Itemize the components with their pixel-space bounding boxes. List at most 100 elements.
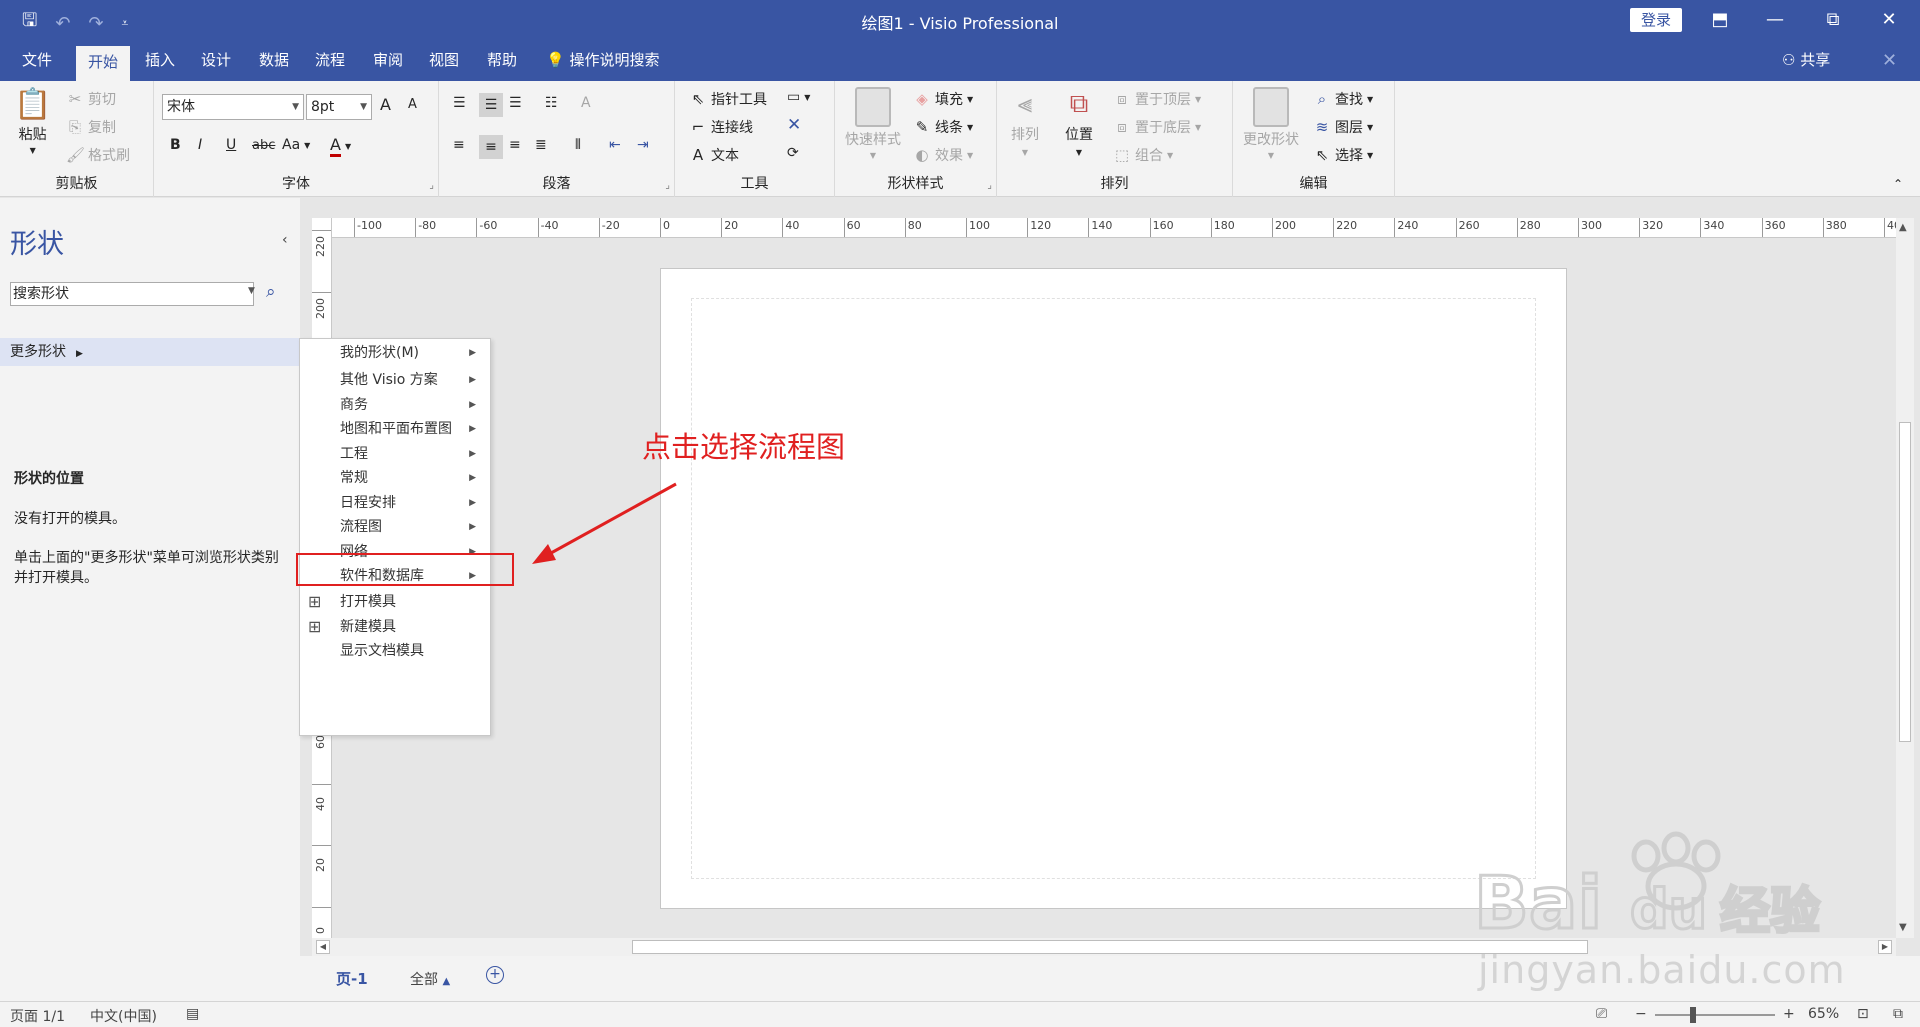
align-left-icon[interactable]: ≡ xyxy=(453,137,465,153)
tab-process[interactable]: 流程 xyxy=(306,40,354,81)
zoom-in-button[interactable]: + xyxy=(1783,1006,1795,1022)
cut-button[interactable]: ✂ 剪切 xyxy=(66,89,116,109)
strikethrough-button[interactable]: abc xyxy=(252,138,275,153)
decrease-indent-icon[interactable]: ⇤ xyxy=(609,137,621,153)
more-shapes-menu[interactable]: 更多形状 ▶ xyxy=(0,338,300,366)
align-top-icon[interactable]: ☰ xyxy=(453,95,466,111)
menu-item[interactable]: 商务 ▶ xyxy=(300,392,490,418)
fill-button[interactable]: ◈ 填充 ▼ xyxy=(913,89,973,109)
tab-insert[interactable]: 插入 xyxy=(136,40,184,81)
change-case-button[interactable]: Aa ▼ xyxy=(282,137,310,153)
shape-styles-dialog-launcher-icon[interactable]: ⌟ xyxy=(987,180,992,191)
drawing-page[interactable] xyxy=(660,268,1567,909)
presentation-mode-icon[interactable]: ⎚ xyxy=(1596,1006,1607,1022)
quick-styles-button[interactable]: 快速样式 ▼ xyxy=(845,87,901,160)
font-name-combo[interactable]: 宋体 ▼ xyxy=(162,94,304,120)
align-bottom-icon[interactable]: ☰ xyxy=(509,95,522,111)
delete-connector-icon[interactable]: ✕ xyxy=(787,115,801,135)
menu-item[interactable]: 常规 ▶ xyxy=(300,465,490,491)
search-icon[interactable]: ⌕ xyxy=(266,282,276,302)
page-tab-1[interactable]: 页-1 xyxy=(336,968,368,989)
rectangle-tool-button[interactable]: ▭ ▼ xyxy=(787,89,810,105)
zoom-out-button[interactable]: − xyxy=(1635,1006,1647,1022)
tab-file[interactable]: 文件 xyxy=(12,40,62,81)
page-count[interactable]: 页面 1/1 xyxy=(10,1006,65,1026)
menu-item[interactable]: 流程图 ▶ xyxy=(300,514,490,540)
layers-button[interactable]: ≋ 图层 ▼ xyxy=(1313,117,1373,137)
format-painter-button[interactable]: 🖌 格式刷 xyxy=(66,145,130,165)
zoom-slider[interactable] xyxy=(1655,1014,1775,1016)
menu-item[interactable]: 显示文档模具 xyxy=(300,638,490,664)
find-button[interactable]: ⌕ 查找 ▼ xyxy=(1313,89,1373,109)
font-color-button[interactable]: A ▼ xyxy=(330,135,351,157)
switch-windows-icon[interactable]: ⧉ xyxy=(1893,1006,1903,1022)
increase-indent-icon[interactable]: ⇥ xyxy=(637,137,649,153)
login-button[interactable]: 登录 xyxy=(1630,8,1682,32)
bold-button[interactable]: B xyxy=(170,137,181,153)
send-to-back-button[interactable]: ⧈ 置于底层 ▼ xyxy=(1113,117,1201,137)
tab-view[interactable]: 视图 xyxy=(420,40,468,81)
close-button[interactable]: ✕ xyxy=(1866,6,1912,34)
grow-font-button[interactable]: A xyxy=(380,95,391,114)
menu-item[interactable]: ⊞ 打开模具 xyxy=(300,589,490,615)
restore-button[interactable]: ⧉ xyxy=(1810,6,1856,34)
shrink-font-button[interactable]: A xyxy=(408,97,417,112)
scroll-left-icon[interactable]: ◀ xyxy=(316,940,330,954)
position-button[interactable]: ⧉ 位置 ▼ xyxy=(1065,89,1093,157)
tab-design[interactable]: 设计 xyxy=(192,40,240,81)
scroll-up-icon[interactable]: ▲ xyxy=(1899,222,1907,233)
tab-help[interactable]: 帮助 xyxy=(478,40,526,81)
menu-item[interactable]: 地图和平面布置图 ▶ xyxy=(300,416,490,442)
bring-to-front-button[interactable]: ⧈ 置于顶层 ▼ xyxy=(1113,89,1201,109)
effects-button[interactable]: ◐ 效果 ▼ xyxy=(913,145,973,165)
font-size-combo[interactable]: 8pt ▼ xyxy=(306,94,372,120)
line-button[interactable]: ✎ 线条 ▼ xyxy=(913,117,973,137)
search-shapes-input[interactable]: 搜索形状 xyxy=(10,282,254,306)
font-dialog-launcher-icon[interactable]: ⌟ xyxy=(429,180,434,191)
justify-icon[interactable]: ≣ xyxy=(535,137,547,153)
copy-button[interactable]: ⎘ 复制 xyxy=(66,117,116,137)
scroll-down-icon[interactable]: ▼ xyxy=(1899,922,1907,933)
vertical-text-icon[interactable]: ⫴ xyxy=(575,137,581,153)
tab-review[interactable]: 审阅 xyxy=(364,40,412,81)
underline-button[interactable]: U xyxy=(226,137,236,153)
menu-item[interactable]: 工程 ▶ xyxy=(300,441,490,467)
share-button[interactable]: ⚇ 共享 xyxy=(1782,40,1830,81)
text-tool-button[interactable]: A 文本 xyxy=(689,145,739,165)
close-pane-icon[interactable]: ✕ xyxy=(1882,40,1897,81)
menu-item[interactable]: 日程安排 ▶ xyxy=(300,490,490,516)
zoom-level[interactable]: 65% xyxy=(1808,1006,1839,1022)
menu-item[interactable]: 我的形状(M) ▶ xyxy=(300,340,490,366)
bullets-icon[interactable]: ☷ xyxy=(545,95,558,111)
horizontal-scroll-thumb[interactable] xyxy=(632,940,1588,954)
text-direction-icon[interactable]: A xyxy=(581,95,591,111)
align-middle-icon[interactable]: ☰ xyxy=(479,93,503,117)
italic-button[interactable]: I xyxy=(198,137,202,153)
ribbon-display-options-icon[interactable]: ⬒ xyxy=(1697,6,1743,34)
minimize-button[interactable]: — xyxy=(1752,6,1798,34)
chevron-down-icon[interactable]: ▼ xyxy=(248,286,255,296)
menu-item[interactable]: 其他 Visio 方案 ▶ xyxy=(300,367,490,393)
vertical-scrollbar[interactable]: ▲ ▼ xyxy=(1896,218,1914,938)
all-pages-button[interactable]: 全部 ▲ xyxy=(410,969,450,989)
zoom-slider-thumb[interactable] xyxy=(1690,1007,1696,1023)
connection-point-icon[interactable]: ⟳ xyxy=(787,145,799,161)
tell-me-search[interactable]: 💡 操作说明搜索 xyxy=(546,40,676,81)
change-shape-button[interactable]: 更改形状 ▼ xyxy=(1243,87,1299,160)
align-right-icon[interactable]: ≡ xyxy=(509,137,521,153)
menu-item[interactable]: ⊞ 新建模具 xyxy=(300,614,490,640)
paragraph-dialog-launcher-icon[interactable]: ⌟ xyxy=(665,180,670,191)
tab-home[interactable]: 开始 xyxy=(76,46,130,81)
align-center-icon[interactable]: ≡ xyxy=(479,135,503,159)
collapse-pane-icon[interactable]: ‹ xyxy=(282,232,288,248)
group-button[interactable]: ⬚ 组合 ▼ xyxy=(1113,145,1173,165)
fit-page-icon[interactable]: ⊡ xyxy=(1857,1006,1869,1022)
tab-data[interactable]: 数据 xyxy=(250,40,298,81)
pointer-tool-button[interactable]: ⇖ 指针工具 xyxy=(689,89,767,109)
align-button[interactable]: ⫷ 排列 ▼ xyxy=(1011,89,1039,157)
connector-button[interactable]: ⌐ 连接线 xyxy=(689,117,753,137)
paste-button[interactable]: 📋 粘贴 ▼ xyxy=(14,87,51,155)
macro-icon[interactable]: ▤ xyxy=(186,1006,199,1022)
vertical-scroll-thumb[interactable] xyxy=(1899,422,1911,742)
collapse-ribbon-icon[interactable]: ⌃ xyxy=(1893,177,1903,191)
